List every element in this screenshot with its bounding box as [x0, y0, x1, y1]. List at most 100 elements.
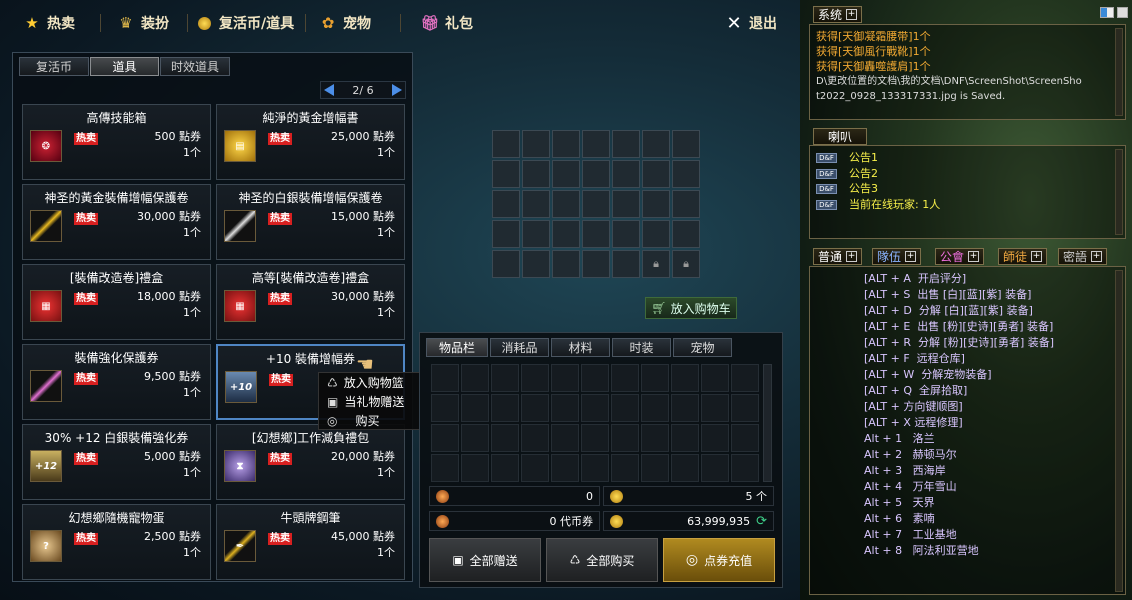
menu-buy[interactable]: ◎ 购买 — [319, 411, 419, 430]
slot[interactable] — [522, 220, 550, 248]
horn-messages: D&F 公告1 D&F 公告2 D&F 公告3 D&F 当前在线玩家: 1人 — [809, 145, 1126, 239]
chat-line: [ALT + 方向键顺图] — [864, 400, 963, 413]
shop-item-card[interactable]: [裝備改造卷]禮盒 ▦ 热卖 18,000 點券 1个 — [22, 264, 211, 340]
slot[interactable] — [642, 220, 670, 248]
slot[interactable] — [582, 130, 610, 158]
shop-item-card[interactable]: 神圣的黃金裝備增幅保護卷 热卖 30,000 點券 1个 — [22, 184, 211, 260]
slot[interactable] — [522, 130, 550, 158]
nav-gift[interactable]: 🎁︎ 礼包 — [420, 11, 473, 35]
tab-system[interactable]: 系统 + — [813, 6, 863, 23]
slot[interactable] — [642, 130, 670, 158]
slot[interactable] — [672, 190, 700, 218]
refresh-icon[interactable]: ⟳ — [756, 514, 767, 529]
tab-pets[interactable]: 宠物 — [673, 338, 732, 357]
tab-materials[interactable]: 材料 — [551, 338, 610, 357]
tab-timed-items[interactable]: 时效道具 — [160, 57, 230, 76]
slot[interactable] — [642, 190, 670, 218]
nav-pet[interactable]: ✿ 宠物 — [318, 11, 371, 35]
slot[interactable] — [492, 190, 520, 218]
system-scrollbar[interactable] — [1115, 28, 1123, 116]
tab-consumables[interactable]: 消耗品 — [490, 338, 549, 357]
slot[interactable] — [522, 190, 550, 218]
shop-item-card[interactable]: 高傳技能箱 ❂ 热卖 500 點券 1个 — [22, 104, 211, 180]
tab-horn[interactable]: 喇叭 — [813, 128, 868, 145]
slot[interactable] — [582, 220, 610, 248]
slot[interactable] — [492, 160, 520, 188]
tab-whisper[interactable]: 密語 + — [1058, 248, 1108, 265]
tab-mentor[interactable]: 師徒 + — [998, 248, 1048, 265]
window-icon[interactable] — [1117, 7, 1128, 18]
add-to-cart-button[interactable]: 🛒︎ 放入购物车 — [645, 297, 737, 319]
item-qty: 1个 — [377, 226, 395, 239]
slot[interactable] — [582, 250, 610, 278]
slot[interactable] — [582, 160, 610, 188]
slot[interactable] — [492, 130, 520, 158]
slot[interactable] — [612, 250, 640, 278]
slot[interactable] — [492, 220, 520, 248]
shop-item-card[interactable]: 30% +12 白銀裝備強化券 +12 热卖 5,000 點券 1个 — [22, 424, 211, 500]
slot[interactable] — [552, 130, 580, 158]
plus-icon: + — [905, 251, 917, 262]
nav-hot[interactable]: ★ 热卖 — [22, 11, 75, 35]
dnf-badge: D&F — [816, 153, 837, 163]
tab-items[interactable]: 道具 — [90, 57, 159, 76]
buy-all-button[interactable]: ♺ 全部购买 — [546, 538, 658, 582]
nav-outfit[interactable]: ♛ 装扮 — [116, 11, 169, 35]
slot[interactable] — [522, 250, 550, 278]
tab-revive-coin[interactable]: 复活币 — [19, 57, 89, 76]
tab-inventory[interactable]: 物品栏 — [426, 338, 488, 357]
slot[interactable] — [612, 220, 640, 248]
prev-page-button[interactable] — [324, 84, 334, 96]
shop-item-card[interactable]: 純淨的黃金增幅書 ▤ 热卖 25,000 點券 1个 — [216, 104, 405, 180]
stat-box: 0 代币券 — [429, 511, 600, 531]
slot[interactable] — [642, 160, 670, 188]
shop-item-card[interactable]: 神圣的白銀裝備增幅保護卷 热卖 15,000 點券 1个 — [216, 184, 405, 260]
shop-item-card[interactable]: 裝備強化保護券 热卖 9,500 點券 1个 — [22, 344, 211, 420]
slot[interactable] — [612, 190, 640, 218]
lock-icon: 🔒︎ — [672, 250, 700, 278]
slot[interactable] — [612, 160, 640, 188]
recharge-button[interactable]: ◎ 点券充值 — [663, 538, 775, 582]
slot[interactable] — [492, 250, 520, 278]
shop-item-card[interactable]: [幻想鄉]工作減負禮包 ⧗ 热卖 20,000 點券 1个 — [216, 424, 405, 500]
item-price: 20,000 點券 — [331, 450, 395, 463]
item-name: 30% +12 白銀裝備強化券 — [44, 431, 189, 445]
tab-party[interactable]: 隊伍 + — [872, 248, 922, 265]
item-price: 15,000 點券 — [331, 210, 395, 223]
shop-item-card[interactable]: 高等[裝備改造卷]禮盒 ▦ 热卖 30,000 點券 1个 — [216, 264, 405, 340]
tab-normal[interactable]: 普通 + — [813, 248, 863, 265]
next-page-button[interactable] — [391, 84, 402, 96]
shop-item-card[interactable]: 幻想鄉隨機寵物蛋 ? 热卖 2,500 點券 1个 — [22, 504, 211, 580]
exit-button[interactable]: ✕ 退出 — [724, 11, 777, 35]
slot[interactable] — [612, 130, 640, 158]
chat-line: Alt + 6 素喃 — [864, 512, 935, 525]
slot[interactable] — [552, 250, 580, 278]
slot[interactable] — [552, 190, 580, 218]
nav-divider — [187, 14, 188, 32]
tab-fashion[interactable]: 时装 — [612, 338, 671, 357]
gift-all-button[interactable]: ▣ 全部赠送 — [429, 538, 541, 582]
nav-revive[interactable]: 复活币/道具 — [194, 11, 294, 35]
item-price: 5,000 點券 — [144, 450, 201, 463]
slot[interactable] — [672, 220, 700, 248]
nav-outfit-label: 装扮 — [141, 16, 169, 32]
inventory-scrollbar[interactable] — [763, 364, 772, 482]
slot[interactable] — [522, 160, 550, 188]
nav-divider — [305, 14, 306, 32]
pen-icon: ✒ — [224, 530, 256, 562]
chat-scrollbar[interactable] — [1115, 270, 1123, 592]
nav-pet-label: 宠物 — [343, 16, 371, 32]
slot[interactable] — [582, 190, 610, 218]
tab-guild[interactable]: 公會 + — [935, 248, 985, 265]
slot[interactable] — [552, 160, 580, 188]
slot[interactable] — [672, 130, 700, 158]
item-qty: 1个 — [183, 306, 201, 319]
horn-scrollbar[interactable] — [1115, 149, 1123, 235]
inventory-grid — [431, 364, 761, 482]
shop-item-card[interactable]: 牛頭牌鋼筆 ✒ 热卖 45,000 點券 1个 — [216, 504, 405, 580]
slot[interactable] — [672, 160, 700, 188]
chat-line: Alt + 4 万年雪山 — [864, 480, 957, 493]
menu-send-gift[interactable]: ▣ 当礼物赠送 — [319, 392, 419, 411]
window-mode-icon[interactable] — [1100, 7, 1114, 18]
slot[interactable] — [552, 220, 580, 248]
